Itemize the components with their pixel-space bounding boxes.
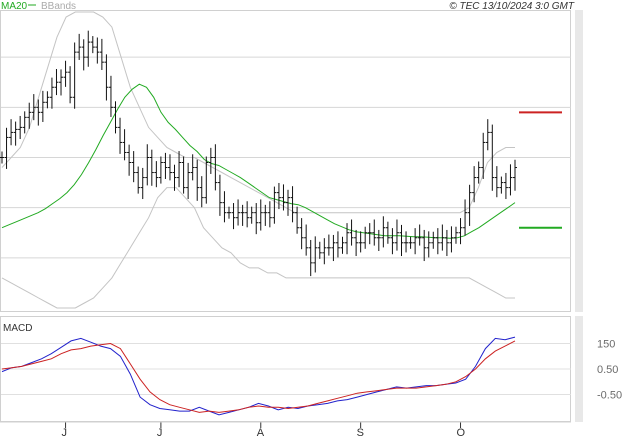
macd-title: MACD bbox=[3, 323, 32, 334]
x-tick-label: J bbox=[62, 427, 68, 439]
x-tick-label: A bbox=[257, 427, 265, 439]
legend-bbands: BBands bbox=[41, 1, 76, 12]
macd-tick-label: -0.50 bbox=[597, 390, 622, 402]
macd-axis-ticks: 150 0.50 -0.50 bbox=[597, 339, 622, 402]
x-tick-label: S bbox=[357, 427, 364, 439]
legend-ma20: MA20 bbox=[1, 1, 28, 12]
right-axis-spine bbox=[575, 10, 583, 312]
macd-tick-label: 0.50 bbox=[597, 364, 618, 376]
x-tick-label: J bbox=[157, 427, 163, 439]
macd-tick-label: 150 bbox=[597, 339, 615, 351]
price-panel: 58984753 65006000550050004500 bbox=[0, 10, 617, 312]
macd-panel: 150 0.50 -0.50 bbox=[0, 316, 622, 422]
price-panel-frame bbox=[0, 10, 571, 312]
copyright: © TEC 13/10/2024 3:0 GMT bbox=[449, 1, 575, 12]
x-tick-label: O bbox=[457, 427, 466, 439]
stock-chart: 58984753 65006000550050004500 150 0.50 -0.… bbox=[0, 1, 627, 439]
macd-right-axis-spine bbox=[575, 316, 583, 422]
x-axis: JJASO bbox=[0, 421, 571, 439]
